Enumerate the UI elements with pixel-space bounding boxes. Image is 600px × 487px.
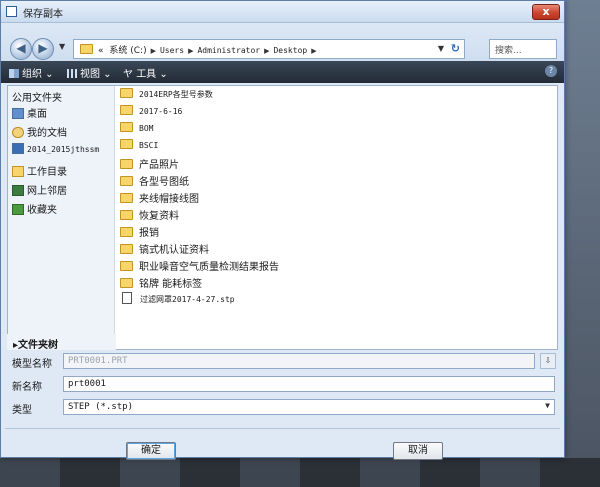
folder-icon <box>120 227 133 237</box>
type-select[interactable]: STEP (*.stp) ▼ <box>63 399 555 415</box>
address-row: ◀ ▶ ▼ « 系统 (C:) ▶ Users ▶ Administrator ▶ Desk… <box>1 23 564 61</box>
organize-label: 组织 ⌄ <box>22 69 54 80</box>
breadcrumb-prefix[interactable]: « <box>98 46 104 56</box>
sidebar-header: 公用文件夹 <box>12 93 62 104</box>
folder-icon <box>120 261 133 271</box>
search-input[interactable]: 搜索... <box>489 39 557 59</box>
folder-icon <box>120 122 133 132</box>
computer-icon <box>12 143 24 154</box>
folder-icon <box>120 244 133 254</box>
close-button[interactable]: x <box>532 4 560 20</box>
view-label: 视图 ⌄ <box>80 69 112 80</box>
folder-plus-icon <box>12 166 24 177</box>
breadcrumb-separator-icon[interactable]: ▶ <box>151 47 156 55</box>
new-name-label: 新名称 <box>12 382 42 393</box>
help-icon[interactable]: ? <box>545 65 557 77</box>
folder-icon <box>120 159 133 169</box>
type-value: STEP (*.stp) <box>68 402 134 412</box>
address-dropdown-icon[interactable]: ▼ <box>438 44 444 53</box>
breadcrumb-drive[interactable]: 系统 (C:) <box>109 46 146 56</box>
ok-button[interactable]: 确定 <box>126 442 176 460</box>
divider <box>5 428 560 429</box>
documents-icon <box>12 127 24 138</box>
desktop-background <box>0 458 600 487</box>
list-item[interactable]: 铭牌 能耗标签 <box>120 275 550 292</box>
sidebar-item-favorites[interactable]: 收藏夹 <box>12 201 57 217</box>
forward-arrow-icon: ▶ <box>38 41 48 55</box>
tools-menu[interactable]: ヤ 工具 ⌄ <box>123 65 168 80</box>
organize-icon <box>9 69 19 78</box>
list-item[interactable]: 镐式机认证资料 <box>120 241 550 258</box>
list-item[interactable]: 产品照片 <box>120 156 550 173</box>
sidebar-item-network[interactable]: 网上邻居 <box>12 182 67 198</box>
tools-label: 工具 ⌄ <box>136 69 168 80</box>
folder-icon <box>120 105 133 115</box>
breadcrumb-desktop[interactable]: Desktop <box>273 46 307 55</box>
sidebar-item-documents[interactable]: 我的文档 <box>12 124 67 140</box>
breadcrumb-separator-icon[interactable]: ▶ <box>188 47 193 55</box>
folder-icon <box>120 210 133 220</box>
back-arrow-icon: ◀ <box>16 41 26 55</box>
folder-icon <box>120 139 133 149</box>
list-item[interactable]: 各型号图纸 <box>120 173 550 190</box>
folder-tree-toggle[interactable]: ▸文件夹树 <box>7 334 116 351</box>
network-icon <box>12 185 24 196</box>
breadcrumb-administrator[interactable]: Administrator <box>197 46 260 55</box>
tools-icon: ヤ <box>123 69 137 80</box>
list-item[interactable]: BSCI <box>120 139 550 156</box>
new-name-field[interactable]: prt0001 <box>63 376 555 392</box>
file-icon <box>122 292 132 304</box>
file-list: 2014ERP各型号参数 2017-6-16 BOM BSCI 产品照片 各型号… <box>118 86 558 349</box>
list-item[interactable]: 报销 <box>120 224 550 241</box>
history-dropdown-icon[interactable]: ▼ <box>59 42 65 51</box>
folder-icon <box>120 88 133 98</box>
folder-icon <box>80 44 93 54</box>
list-item[interactable]: 恢复资料 <box>120 207 550 224</box>
list-item[interactable]: BOM <box>120 122 550 139</box>
list-item[interactable]: 2014ERP各型号参数 <box>120 88 550 105</box>
breadcrumb-users[interactable]: Users <box>160 46 184 55</box>
view-menu[interactable]: 视图 ⌄ <box>67 65 112 80</box>
view-icon <box>67 69 77 78</box>
sidebar-item-working-dir[interactable]: 工作目录 <box>12 163 67 179</box>
chevron-down-icon: ▼ <box>545 401 550 410</box>
desktop-icon <box>12 108 24 119</box>
window-title: 保存副本 <box>23 9 63 20</box>
favorites-icon <box>12 204 24 215</box>
folder-icon <box>120 278 133 288</box>
back-button[interactable]: ◀ <box>10 38 32 60</box>
list-item[interactable]: 夹线帽接线图 <box>120 190 550 207</box>
folder-icon <box>120 193 133 203</box>
sidebar-item-network-drive[interactable]: 2014_2015jthssm <box>12 143 99 159</box>
cancel-button[interactable]: 取消 <box>393 442 443 460</box>
save-copy-dialog: 保存副本 x ◀ ▶ ▼ « 系统 (C:) ▶ Users ▶ Administrat… <box>0 0 565 460</box>
browser-pane: 公用文件夹 桌面 我的文档 2014_2015jthssm 工作目录 网上邻居 … <box>7 85 558 350</box>
breadcrumb-separator-icon[interactable]: ▶ <box>264 47 269 55</box>
organize-menu[interactable]: 组织 ⌄ <box>9 65 54 80</box>
list-item[interactable]: 过滤网罩2017-4-27.stp <box>120 292 550 309</box>
type-label: 类型 <box>12 405 32 416</box>
model-name-label: 模型名称 <box>12 359 52 370</box>
breadcrumb: « 系统 (C:) ▶ Users ▶ Administrator ▶ Desktop ▶ <box>98 43 321 56</box>
window-icon <box>6 6 17 17</box>
list-item[interactable]: 2017-6-16 <box>120 105 550 122</box>
breadcrumb-separator-icon[interactable]: ▶ <box>311 47 316 55</box>
model-name-pin-button[interactable]: ⇩ <box>540 353 556 369</box>
folder-icon <box>120 176 133 186</box>
model-name-field: PRT0001.PRT <box>63 353 535 369</box>
title-bar[interactable]: 保存副本 x <box>1 1 564 23</box>
forward-button[interactable]: ▶ <box>32 38 54 60</box>
toolbar: 组织 ⌄ 视图 ⌄ ヤ 工具 ⌄ ? <box>1 61 564 83</box>
sidebar: 公用文件夹 桌面 我的文档 2014_2015jthssm 工作目录 网上邻居 … <box>8 86 115 349</box>
refresh-icon[interactable]: ↻ <box>451 42 460 55</box>
address-bar[interactable]: « 系统 (C:) ▶ Users ▶ Administrator ▶ Desktop ▶ ▼… <box>73 39 465 59</box>
sidebar-item-desktop[interactable]: 桌面 <box>12 105 47 121</box>
list-item[interactable]: 职业噪音空气质量检测结果报告 <box>120 258 550 275</box>
